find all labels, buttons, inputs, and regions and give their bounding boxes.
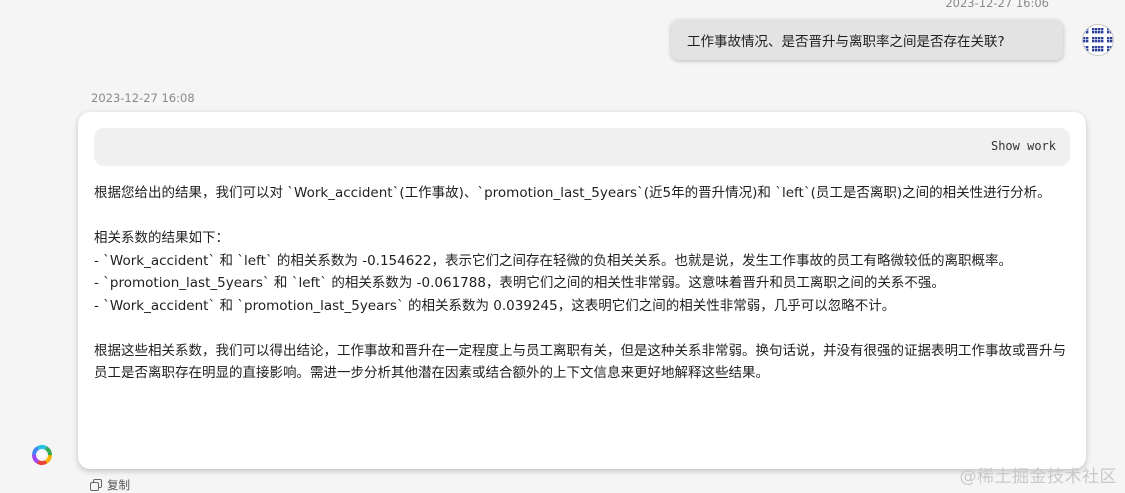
user-message-bubble: 工作事故情况、是否晋升与离职率之间是否存在关联? — [671, 20, 1063, 60]
answer-conclusion: 根据这些相关系数，我们可以得出结论，工作事故和晋升在一定程度上与员工离职有关，但… — [94, 342, 1066, 382]
watermark: @稀土掘金技术社区 — [959, 467, 1117, 487]
show-work-button[interactable]: Show work — [991, 139, 1056, 153]
show-work-panel[interactable]: Show work — [94, 128, 1070, 166]
copy-icon — [90, 479, 102, 491]
bot-avatar-icon — [32, 445, 52, 465]
answer-item: - `Work_accident` 和 `left` 的相关系数为 -0.154… — [94, 252, 1013, 269]
answer-heading: 相关系数的结果如下： — [94, 230, 229, 246]
answer-item: - `promotion_last_5years` 和 `left` 的相关系数… — [94, 275, 945, 291]
bot-message-timestamp: 2023-12-27 16:08 — [91, 91, 195, 105]
copy-label: 复制 — [107, 478, 130, 492]
answer-item: - `Work_accident` 和 `promotion_last_5yea… — [94, 297, 896, 314]
bot-message-card: Show work 根据您给出的结果，我们可以对 `Work_accident`… — [78, 112, 1086, 469]
copy-button[interactable]: 复制 — [90, 477, 130, 493]
user-message-timestamp: 2023-12-27 16:06 — [945, 0, 1049, 10]
answer-intro: 根据您给出的结果，我们可以对 `Work_accident`(工作事故)、`pr… — [94, 185, 1051, 201]
user-message-text: 工作事故情况、是否晋升与离职率之间是否存在关联? — [687, 34, 1005, 50]
chat-page: 2023-12-27 16:06 工作事故情况、是否晋升与离职率之间是否存在关联… — [0, 0, 1125, 493]
user-avatar-icon[interactable] — [1082, 24, 1114, 56]
bot-answer-text: 根据您给出的结果，我们可以对 `Work_accident`(工作事故)、`pr… — [94, 182, 1074, 385]
